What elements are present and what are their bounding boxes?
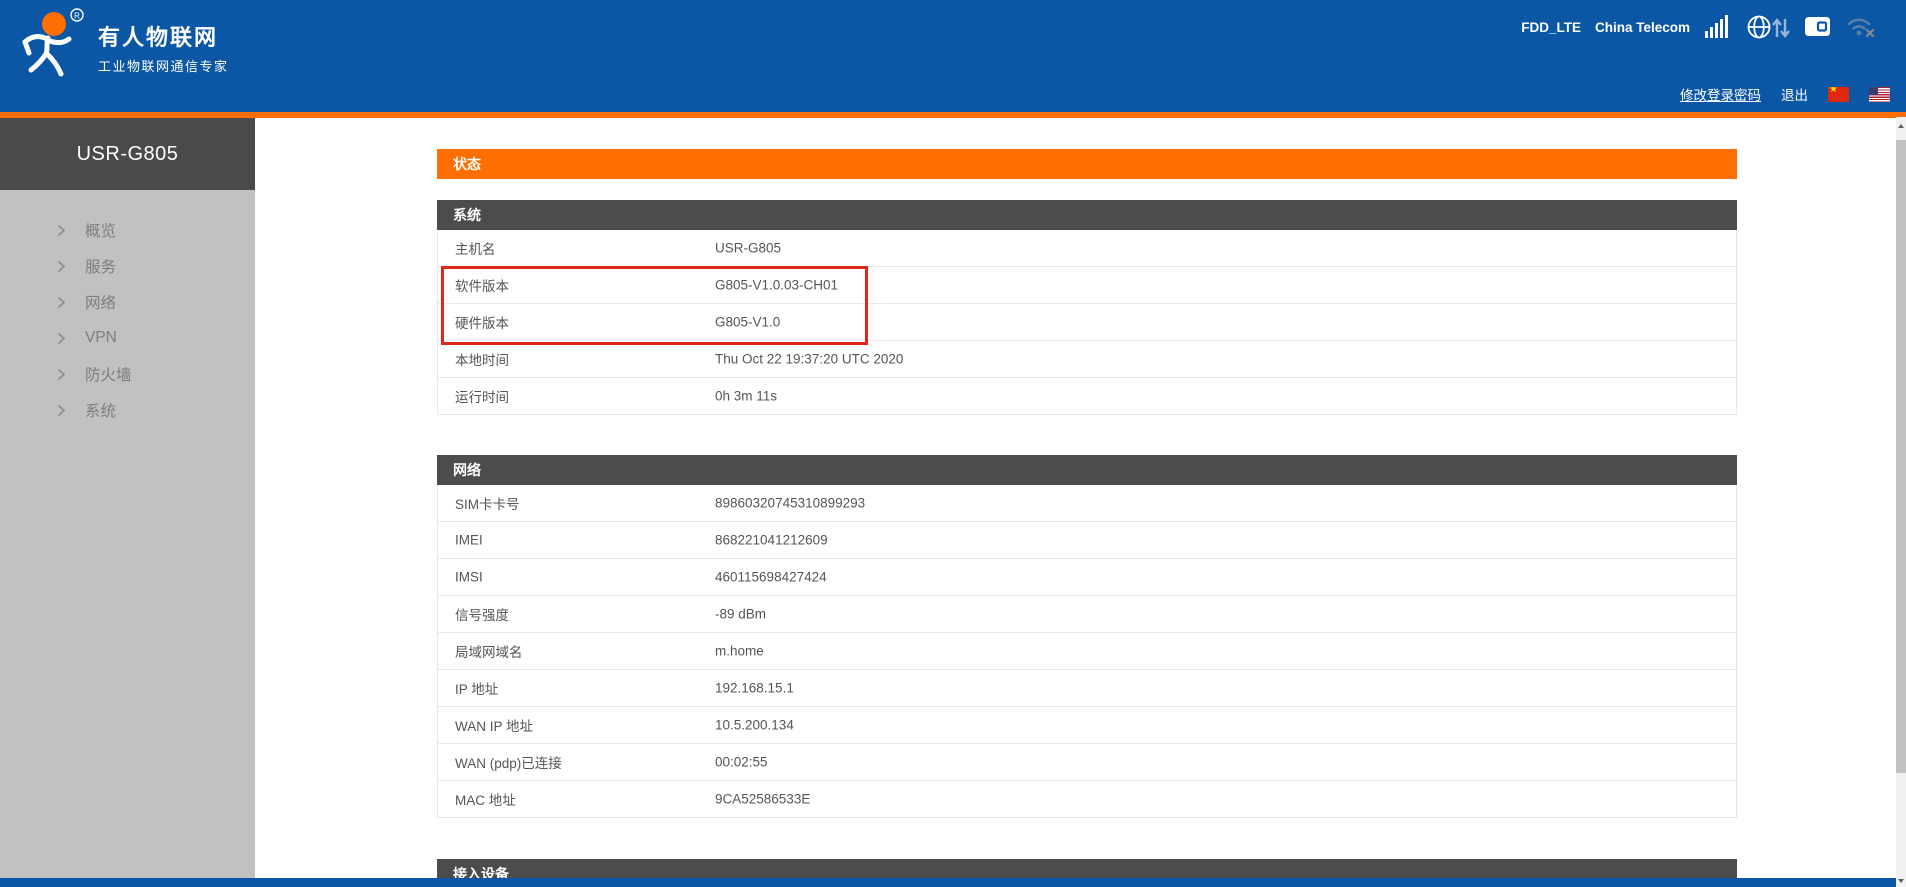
section-title-system: 系统 — [437, 200, 1737, 230]
table-row: 主机名 USR-G805 — [438, 230, 1736, 267]
sidebar-item-label: 防火墙 — [85, 363, 132, 385]
wifi-disabled-icon — [1846, 14, 1876, 40]
row-label: WAN (pdp)已连接 — [455, 752, 562, 772]
network-section: 网络 SIM卡卡号 89860320745310899293 IMEI 8682210… — [437, 455, 1737, 818]
table-row: IMEI 868221041212609 — [438, 522, 1736, 559]
sidebar-item-防火墙[interactable]: 防火墙 — [0, 356, 255, 392]
row-value: 192.168.15.1 — [715, 681, 794, 696]
table-row: 信号强度 -89 dBm — [438, 596, 1736, 633]
logout-link[interactable]: 退出 — [1781, 84, 1808, 104]
table-row: 局域网域名 m.home — [438, 633, 1736, 670]
brand-name: 有人物联网 — [98, 20, 218, 52]
section-title-network: 网络 — [437, 455, 1737, 485]
row-label: IMEI — [455, 533, 483, 548]
table-row: SIM卡卡号 89860320745310899293 — [438, 485, 1736, 522]
scrollbar-thumb[interactable] — [1896, 140, 1906, 773]
row-label: IP 地址 — [455, 678, 498, 698]
footer-bar — [0, 878, 1896, 887]
sidebar-nav: 概览服务网络 VPN 防火墙系统 — [0, 190, 255, 428]
row-label: IMSI — [455, 570, 483, 585]
row-value: Thu Oct 22 19:37:20 UTC 2020 — [715, 352, 903, 367]
sim-card-icon — [1804, 14, 1832, 40]
china-flag-icon[interactable]: ★ — [1828, 87, 1849, 102]
carrier-label: China Telecom — [1595, 20, 1690, 35]
globe-transfer-icon — [1746, 13, 1790, 41]
highlight-box — [441, 266, 868, 345]
device-model-title: USR-G805 — [0, 118, 255, 190]
table-row: MAC 地址 9CA52586533E — [438, 781, 1736, 818]
table-row: 本地时间 Thu Oct 22 19:37:20 UTC 2020 — [438, 341, 1736, 378]
table-row: WAN (pdp)已连接 00:02:55 — [438, 744, 1736, 781]
change-password-link[interactable]: 修改登录密码 — [1680, 84, 1761, 104]
row-value: 89860320745310899293 — [715, 496, 865, 511]
account-bar: 修改登录密码 退出 ★ — [1680, 83, 1890, 105]
chevron-right-icon — [57, 332, 66, 345]
router-admin-page: R 有人物联网 工业物联网通信专家 FDD_LTE China Telecom — [0, 0, 1906, 887]
sidebar-item-label: 系统 — [85, 399, 116, 421]
top-header: R 有人物联网 工业物联网通信专家 FDD_LTE China Telecom — [0, 0, 1906, 112]
sidebar-item-VPN[interactable]: VPN — [0, 320, 255, 356]
row-label: 局域网域名 — [455, 641, 523, 661]
row-value: 0h 3m 11s — [715, 389, 777, 404]
status-bar: FDD_LTE China Telecom — [1521, 12, 1876, 42]
sidebar-item-label: 网络 — [85, 291, 116, 313]
row-value: -89 dBm — [715, 607, 766, 622]
row-label: MAC 地址 — [455, 789, 516, 809]
vertical-scrollbar[interactable] — [1896, 117, 1906, 887]
scroll-up-arrow-icon[interactable] — [1898, 124, 1904, 128]
registered-mark: R — [74, 12, 80, 21]
sidebar-item-label: 概览 — [85, 219, 116, 241]
chevron-right-icon — [57, 224, 66, 237]
sidebar-item-系统[interactable]: 系统 — [0, 392, 255, 428]
brand-tagline: 工业物联网通信专家 — [98, 56, 229, 75]
row-value: USR-G805 — [715, 241, 781, 256]
chevron-right-icon — [57, 368, 66, 381]
table-row: IMSI 460115698427424 — [438, 559, 1736, 596]
chevron-right-icon — [57, 260, 66, 273]
chevron-right-icon — [57, 404, 66, 417]
page-banner: 状态 — [437, 149, 1737, 179]
row-label: SIM卡卡号 — [455, 493, 520, 513]
row-label: 信号强度 — [455, 604, 509, 624]
sidebar-item-label: 服务 — [85, 255, 116, 277]
row-label: 主机名 — [455, 238, 496, 258]
signal-bars-icon — [1704, 14, 1732, 40]
sidebar: USR-G805 概览服务网络 VPN 防火墙系统 — [0, 118, 255, 878]
sidebar-item-概览[interactable]: 概览 — [0, 212, 255, 248]
network-type-label: FDD_LTE — [1521, 20, 1581, 35]
table-row: WAN IP 地址 10.5.200.134 — [438, 707, 1736, 744]
row-value: 10.5.200.134 — [715, 718, 794, 733]
row-value: m.home — [715, 644, 764, 659]
chevron-right-icon — [57, 296, 66, 309]
row-label: WAN IP 地址 — [455, 715, 533, 735]
accent-divider — [0, 112, 1906, 118]
row-label: 运行时间 — [455, 386, 509, 406]
row-value: 9CA52586533E — [715, 792, 810, 807]
row-value: 460115698427424 — [715, 570, 827, 585]
scroll-down-arrow-icon[interactable] — [1898, 879, 1904, 883]
row-label: 本地时间 — [455, 349, 509, 369]
table-row: IP 地址 192.168.15.1 — [438, 670, 1736, 707]
sidebar-item-服务[interactable]: 服务 — [0, 248, 255, 284]
sidebar-item-网络[interactable]: 网络 — [0, 284, 255, 320]
table-row: 运行时间 0h 3m 11s — [438, 378, 1736, 415]
sidebar-item-label: VPN — [85, 329, 117, 347]
row-value: 868221041212609 — [715, 533, 828, 548]
usa-flag-icon[interactable] — [1869, 87, 1890, 102]
usr-person-logo-icon: R — [13, 5, 97, 81]
row-value: 00:02:55 — [715, 755, 768, 770]
